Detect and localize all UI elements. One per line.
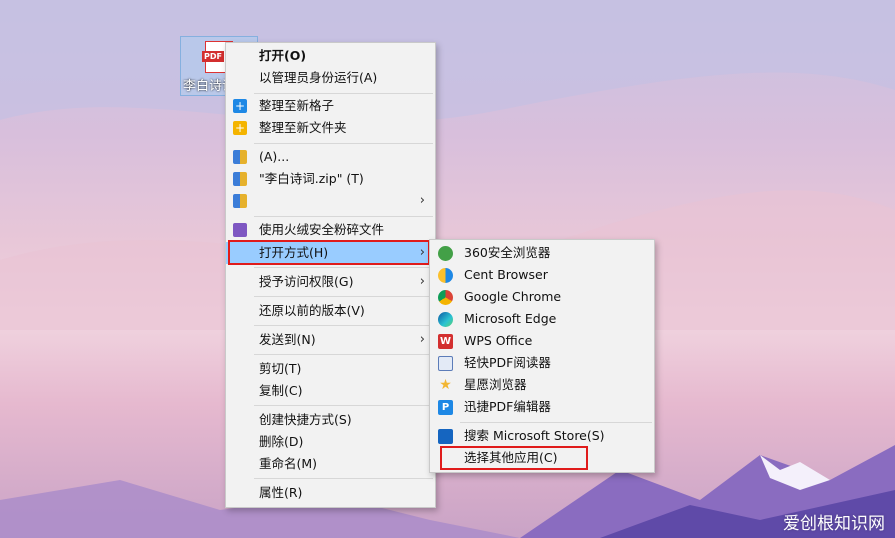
menu-separator — [254, 478, 433, 479]
chevron-right-icon: › — [419, 193, 425, 208]
menu-item-cut[interactable]: 剪切(T) — [226, 358, 435, 380]
submenu-item-google-chrome[interactable]: Google Chrome — [430, 286, 654, 308]
watermark-text: 爱创根知识网 — [783, 514, 885, 534]
menu-item-properties[interactable]: 属性(R) — [226, 482, 435, 504]
pdf-editor-icon: P — [438, 400, 453, 415]
menu-separator — [254, 354, 433, 355]
submenu-item-xunjie-pdf[interactable]: P 迅捷PDF编辑器 — [430, 396, 654, 418]
submenu-item-qingkuai-pdf[interactable]: 轻快PDF阅读器 — [430, 352, 654, 374]
menu-separator — [254, 296, 433, 297]
menu-item-copy[interactable]: 复制(C) — [226, 380, 435, 402]
menu-separator — [254, 93, 433, 94]
menu-separator — [254, 216, 433, 217]
archive-icon — [233, 150, 247, 164]
context-menu: 打开(O) 以管理员身份运行(A) + 整理至新格子 + 整理至新文件夹 (A)… — [225, 42, 436, 508]
menu-item-archive-zip[interactable]: "李白诗词.zip" (T) — [226, 168, 435, 190]
pdf-badge: PDF — [202, 51, 224, 62]
menu-item-send-to[interactable]: 发送到(N) › — [226, 329, 435, 351]
menu-separator — [254, 405, 433, 406]
menu-item-archive-more[interactable]: › — [226, 190, 435, 212]
store-icon — [438, 429, 453, 444]
submenu-item-microsoft-edge[interactable]: Microsoft Edge — [430, 308, 654, 330]
chrome-icon — [438, 290, 453, 305]
menu-separator — [460, 422, 652, 423]
archive-icon — [233, 172, 247, 186]
menu-item-organize-grid[interactable]: + 整理至新格子 — [226, 95, 435, 117]
shredder-icon — [233, 223, 247, 237]
pdf-reader-icon — [438, 356, 453, 371]
edge-icon — [438, 312, 453, 327]
menu-item-create-shortcut[interactable]: 创建快捷方式(S) — [226, 409, 435, 431]
chevron-right-icon: › — [419, 332, 425, 347]
chevron-right-icon: › — [419, 274, 425, 289]
menu-item-rename[interactable]: 重命名(M) — [226, 453, 435, 475]
cent-browser-icon — [438, 268, 453, 283]
menu-item-open-with[interactable]: 打开方式(H) › — [226, 242, 435, 264]
menu-item-huorong-shred[interactable]: 使用火绒安全粉碎文件 — [226, 219, 435, 241]
menu-separator — [254, 143, 433, 144]
submenu-item-cent-browser[interactable]: Cent Browser — [430, 264, 654, 286]
submenu-item-search-store[interactable]: 搜索 Microsoft Store(S) — [430, 425, 654, 447]
submenu-item-xingyuan-browser[interactable]: ★ 星愿浏览器 — [430, 374, 654, 396]
submenu-item-choose-other-app[interactable]: 选择其他应用(C) — [430, 447, 654, 469]
menu-item-restore-versions[interactable]: 还原以前的版本(V) — [226, 300, 435, 322]
menu-item-organize-folder[interactable]: + 整理至新文件夹 — [226, 117, 435, 139]
folder-plus-icon: + — [233, 121, 247, 135]
star-browser-icon: ★ — [439, 377, 452, 393]
wps-icon: W — [438, 334, 453, 349]
chevron-right-icon: › — [419, 245, 425, 260]
360-browser-icon — [438, 246, 453, 261]
menu-item-open[interactable]: 打开(O) — [226, 45, 435, 67]
menu-separator — [254, 267, 433, 268]
menu-item-delete[interactable]: 删除(D) — [226, 431, 435, 453]
plus-box-icon: + — [233, 99, 247, 113]
submenu-item-360-browser[interactable]: 360安全浏览器 — [430, 242, 654, 264]
open-with-submenu: 360安全浏览器 Cent Browser Google Chrome Micr… — [429, 239, 655, 473]
menu-separator — [254, 325, 433, 326]
archive-icon — [233, 194, 247, 208]
menu-item-run-as-admin[interactable]: 以管理员身份运行(A) — [226, 67, 435, 89]
submenu-item-wps-office[interactable]: W WPS Office — [430, 330, 654, 352]
menu-item-archive-add[interactable]: (A)... — [226, 146, 435, 168]
menu-item-grant-access[interactable]: 授予访问权限(G) › — [226, 271, 435, 293]
